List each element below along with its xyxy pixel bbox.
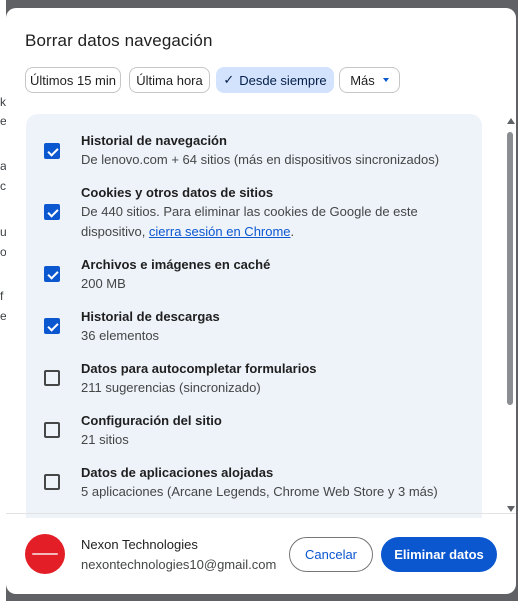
item-title: Historial de descargas [81, 309, 220, 324]
dialog-title: Borrar datos navegación [25, 31, 213, 50]
chip-all-time[interactable]: ✓ Desde siempre [216, 67, 334, 93]
chip-more-dropdown[interactable]: Más [339, 67, 400, 93]
cancel-button[interactable]: Cancelar [289, 537, 373, 572]
item-title: Datos de aplicaciones alojadas [81, 465, 274, 480]
avatar-logo-line [32, 553, 58, 555]
checkbox[interactable] [44, 204, 60, 220]
item-description: 211 sugerencias (sincronizado) [81, 380, 261, 395]
item-title: Archivos e imágenes en caché [81, 257, 271, 272]
checkbox[interactable] [44, 474, 60, 490]
caret-down-icon [382, 78, 389, 82]
list-scrollbar[interactable] [505, 116, 516, 514]
scroll-down-arrow-icon[interactable] [507, 506, 515, 512]
clear-browsing-data-dialog: Borrar datos navegación Últimos 15 min Ú… [6, 8, 516, 594]
chip-label: Desde siempre [239, 72, 327, 88]
checkmark-icon: ✓ [223, 72, 235, 87]
account-name: Nexon Technologies [81, 537, 198, 552]
chip-label: Últimos 15 min [30, 72, 116, 88]
item-description-suffix: . [290, 224, 295, 239]
sign-out-chrome-link[interactable]: cierra sesión en Chrome [149, 224, 291, 239]
checkbox[interactable] [44, 143, 60, 159]
scrollbar-thumb[interactable] [507, 132, 513, 405]
checkbox[interactable] [44, 266, 60, 282]
checkbox[interactable] [44, 422, 60, 438]
chip-label: Última hora [136, 72, 203, 88]
item-description: 5 aplicaciones (Arcane Legends, Chrome W… [81, 484, 438, 499]
checkbox[interactable] [44, 370, 60, 386]
item-title: Historial de navegación [81, 133, 227, 148]
account-avatar [25, 534, 65, 574]
item-description: 36 elementos [81, 328, 160, 343]
delete-data-button[interactable]: Eliminar datos [381, 537, 497, 572]
footer-divider [6, 513, 516, 514]
chip-label: Más [350, 72, 375, 88]
chip-last-hour[interactable]: Última hora [129, 67, 210, 93]
checkbox[interactable] [44, 318, 60, 334]
item-title: Datos para autocompletar formularios [81, 361, 317, 376]
item-description: De lenovo.com + 64 sitios (más en dispos… [81, 152, 440, 167]
item-description: 200 MB [81, 276, 126, 291]
data-types-list: Historial de navegación De lenovo.com + … [26, 114, 482, 518]
item-description: De 440 sitios. Para eliminar las cookies… [81, 202, 461, 242]
item-description: 21 sitios [81, 432, 129, 447]
item-title: Configuración del sitio [81, 413, 222, 428]
scroll-up-arrow-icon[interactable] [507, 118, 515, 124]
chip-last-15-min[interactable]: Últimos 15 min [25, 67, 121, 93]
item-title: Cookies y otros datos de sitios [81, 185, 274, 200]
account-email: nexontechnologies10@gmail.com [81, 557, 277, 572]
